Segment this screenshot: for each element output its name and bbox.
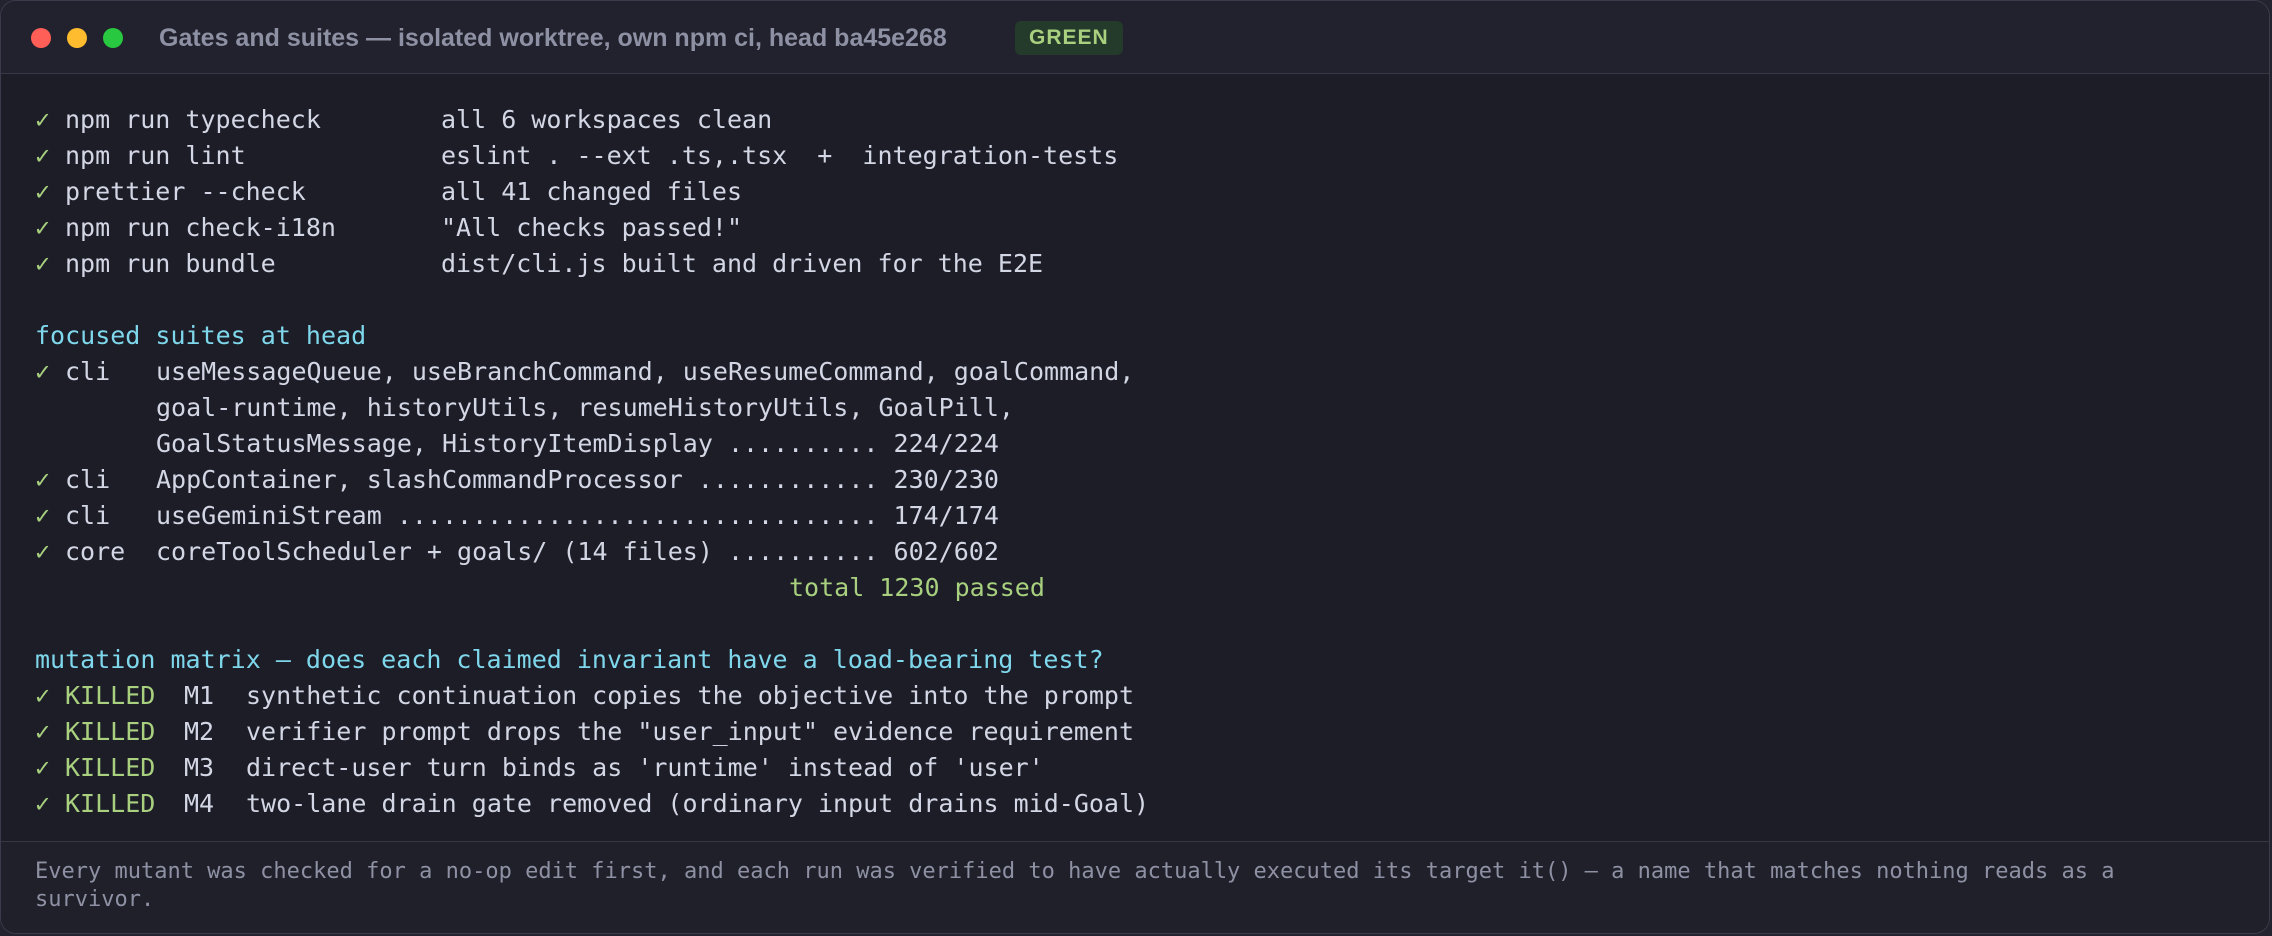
check-icon: ✓	[35, 357, 51, 386]
suite-files: useGeminiStream ........................…	[156, 501, 999, 530]
check-icon: ✓	[35, 753, 51, 782]
gate-row: ✓ npm run lint eslint . --ext .ts,.tsx +…	[35, 138, 1118, 174]
mutation-status: KILLED	[65, 717, 156, 746]
check-icon: ✓	[35, 141, 51, 170]
mutation-heading: mutation matrix — does each claimed inva…	[35, 645, 1104, 674]
suite-files: AppContainer, slashCommandProcessor ....…	[156, 465, 999, 494]
check-icon: ✓	[35, 213, 51, 242]
footer-text: Every mutant was checked for a no-op edi…	[35, 859, 2115, 912]
check-icon: ✓	[35, 537, 51, 566]
suite-row-continued: GoalStatusMessage, HistoryItemDisplay ..…	[35, 426, 999, 462]
mutation-description: direct-user turn binds as 'runtime' inst…	[246, 753, 1044, 782]
mutation-id: M1	[184, 681, 215, 710]
gate-result: "All checks passed!"	[441, 213, 743, 242]
suites-total: total 1230 passed	[789, 573, 1045, 602]
window-title: Gates and suites — isolated worktree, ow…	[159, 24, 947, 52]
suite-row: ✓ cli AppContainer, slashCommandProcesso…	[35, 462, 999, 498]
terminal-window: Gates and suites — isolated worktree, ow…	[0, 0, 2270, 934]
mutation-row: ✓ KILLED M1 synthetic continuation copie…	[35, 678, 1134, 714]
gate-command: prettier --check	[65, 177, 306, 206]
check-icon: ✓	[35, 177, 51, 206]
suite-files: coreToolScheduler + goals/ (14 files) ..…	[156, 537, 999, 566]
gate-result: eslint . --ext .ts,.tsx + integration-te…	[441, 141, 1119, 170]
mutation-id: M4	[184, 789, 215, 818]
check-icon: ✓	[35, 681, 51, 710]
suite-files: GoalStatusMessage, HistoryItemDisplay ..…	[156, 429, 999, 458]
zoom-window-button[interactable]	[103, 28, 123, 48]
mutation-row: ✓ KILLED M4 two-lane drain gate removed …	[35, 786, 1149, 822]
gate-command: npm run check-i18n	[65, 213, 336, 242]
gate-command: npm run lint	[65, 141, 246, 170]
check-icon: ✓	[35, 717, 51, 746]
terminal-output: ✓ npm run typecheck all 6 workspaces cle…	[35, 102, 1149, 822]
status-badge: GREEN	[1015, 21, 1123, 55]
close-window-button[interactable]	[31, 28, 51, 48]
suite-files: useMessageQueue, useBranchCommand, useRe…	[156, 357, 1135, 386]
mutation-description: synthetic continuation copies the object…	[246, 681, 1135, 710]
suite-package: cli	[65, 357, 111, 386]
check-icon: ✓	[35, 249, 51, 278]
gate-row: ✓ npm run check-i18n "All checks passed!…	[35, 210, 742, 246]
gate-command: npm run bundle	[65, 249, 276, 278]
suites-total-row: total 1230 passed	[35, 570, 1045, 606]
gate-row: ✓ npm run bundle dist/cli.js built and d…	[35, 246, 1043, 282]
gate-row: ✓ npm run typecheck all 6 workspaces cle…	[35, 102, 772, 138]
gate-result: all 41 changed files	[441, 177, 743, 206]
mutation-heading-row: mutation matrix — does each claimed inva…	[35, 642, 1104, 678]
mutation-description: verifier prompt drops the "user_input" e…	[246, 717, 1135, 746]
suite-row-continued: goal-runtime, historyUtils, resumeHistor…	[35, 390, 1014, 426]
mutation-id: M2	[184, 717, 215, 746]
suite-package: cli	[65, 465, 111, 494]
check-icon: ✓	[35, 501, 51, 530]
suite-package: cli	[65, 501, 111, 530]
gate-row: ✓ prettier --check all 41 changed files	[35, 174, 742, 210]
mutation-status: KILLED	[65, 753, 156, 782]
suite-package: core	[65, 537, 126, 566]
title-bar: Gates and suites — isolated worktree, ow…	[1, 1, 2269, 74]
suite-files: goal-runtime, historyUtils, resumeHistor…	[156, 393, 1014, 422]
suites-heading-row: focused suites at head	[35, 318, 366, 354]
gate-result: dist/cli.js built and driven for the E2E	[441, 249, 1044, 278]
suites-heading: focused suites at head	[35, 321, 367, 350]
suite-row: ✓ cli useMessageQueue, useBranchCommand,…	[35, 354, 1134, 390]
mutation-description: two-lane drain gate removed (ordinary in…	[246, 789, 1150, 818]
check-icon: ✓	[35, 465, 51, 494]
suite-row: ✓ core coreToolScheduler + goals/ (14 fi…	[35, 534, 999, 570]
gate-command: npm run typecheck	[65, 105, 321, 134]
mutation-row: ✓ KILLED M3 direct-user turn binds as 'r…	[35, 750, 1044, 786]
mutation-status: KILLED	[65, 789, 156, 818]
mutation-status: KILLED	[65, 681, 156, 710]
check-icon: ✓	[35, 105, 51, 134]
mutation-id: M3	[184, 753, 215, 782]
mutation-row: ✓ KILLED M2 verifier prompt drops the "u…	[35, 714, 1134, 750]
footer-note: Every mutant was checked for a no-op edi…	[1, 841, 2269, 933]
suite-row: ✓ cli useGeminiStream ..................…	[35, 498, 999, 534]
check-icon: ✓	[35, 789, 51, 818]
gate-result: all 6 workspaces clean	[441, 105, 773, 134]
minimize-window-button[interactable]	[67, 28, 87, 48]
